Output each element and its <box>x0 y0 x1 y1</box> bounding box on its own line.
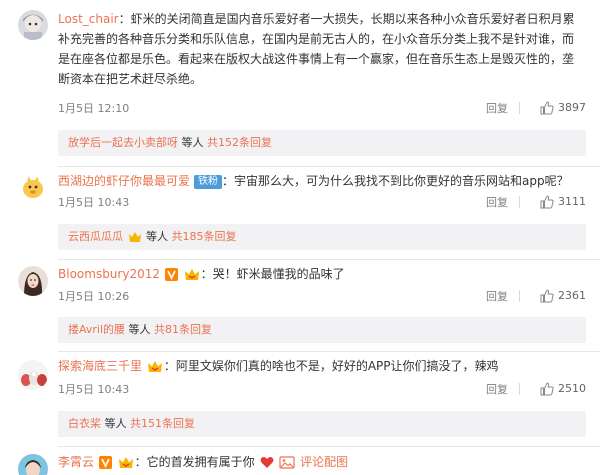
replies-summary[interactable]: 放学后一起去小卖部呀 等人 共152条回复 <box>58 130 586 156</box>
comment-date: 1月5日 10:26 <box>58 290 130 303</box>
like-button[interactable]: 3897 <box>540 100 586 116</box>
divider <box>58 166 600 167</box>
thumbs-up-icon <box>540 195 554 209</box>
reply-mid-text: 等人 <box>101 417 130 430</box>
avatar[interactable] <box>18 10 48 40</box>
like-button[interactable]: 2361 <box>540 288 586 304</box>
reply-mid-text: 等人 <box>178 136 207 149</box>
divider <box>58 351 600 352</box>
thumbs-up-icon <box>540 382 554 396</box>
replies-summary[interactable]: 白衣桨 等人 共151条回复 <box>58 411 586 437</box>
replies-summary[interactable]: 搂Avril的腰 等人 共81条回复 <box>58 317 586 343</box>
divider <box>519 383 520 395</box>
avatar[interactable] <box>18 360 48 390</box>
like-count: 3111 <box>558 195 586 208</box>
divider <box>519 196 520 208</box>
reply-count-link[interactable]: 共81条回复 <box>154 323 212 336</box>
comment-username[interactable]: 西湖边的虾仔你最最可爱 <box>58 174 190 188</box>
comment-text: 是在座各位都是乐色。看起来在版权大战这件事情上有一个赢家，但在音乐生态上是毁灭性… <box>58 52 575 66</box>
avatar[interactable] <box>18 454 48 475</box>
verified-v-icon <box>164 268 178 281</box>
member-badge-icon <box>118 457 133 468</box>
comment-text: ：它的首发拥有属于你 <box>134 455 255 469</box>
reply-username[interactable]: 白衣桨 <box>68 417 101 430</box>
reply-username[interactable]: 搂Avril的腰 <box>68 323 125 336</box>
comment-date: 1月5日 12:10 <box>58 102 130 115</box>
image-icon[interactable] <box>279 456 295 469</box>
comment-username[interactable]: 李霄云 <box>58 455 94 469</box>
avatar[interactable] <box>18 266 48 296</box>
reply-username[interactable]: 云西瓜瓜瓜 <box>68 230 123 243</box>
comment-text: ：阿里文娱你们真的啥也不是，好好的APP让你们搞没了，辣鸡 <box>163 359 499 373</box>
heart-emoji-icon <box>260 457 273 468</box>
comment-text: 断资本在把艺术赶尽杀绝。 <box>58 72 203 86</box>
like-button[interactable]: 2510 <box>540 381 586 397</box>
comment-date: 1月5日 10:43 <box>58 383 130 396</box>
reply-button[interactable]: 回复 <box>486 382 508 398</box>
like-count: 2510 <box>558 382 586 395</box>
divider <box>519 290 520 302</box>
comment-text: ：哭！虾米最懂我的品味了 <box>200 267 345 281</box>
comment-date: 1月5日 10:43 <box>58 196 130 209</box>
divider <box>58 446 600 447</box>
like-button[interactable]: 3111 <box>540 194 586 210</box>
reply-username[interactable]: 放学后一起去小卖部呀 <box>68 136 178 149</box>
reply-button[interactable]: 回复 <box>486 195 508 211</box>
divider <box>519 102 520 114</box>
comment-text: ：虾米的关闭简直是国内音乐爱好者一大损失，长期以来各种小众音乐爱好者日积月累 <box>118 12 575 26</box>
fans-badge: 铁粉 <box>194 175 223 189</box>
reply-button[interactable]: 回复 <box>486 101 508 117</box>
thumbs-up-icon <box>540 289 554 303</box>
image-link-label[interactable]: 评论配图 <box>300 455 348 469</box>
comment-username[interactable]: Bloomsbury2012 <box>58 267 160 281</box>
verified-v-icon <box>98 456 112 469</box>
comment-username[interactable]: Lost_chair <box>58 12 119 26</box>
comment-username[interactable]: 探索海底三千里 <box>58 359 142 373</box>
thumbs-up-icon <box>540 101 554 115</box>
comment-text: ：宇宙那么大，可为什么我找不到比你更好的音乐网站和app呢？ <box>222 174 569 188</box>
member-badge-icon <box>128 232 141 242</box>
replies-summary[interactable]: 云西瓜瓜瓜 等人 共185条回复 <box>58 224 586 250</box>
reply-button[interactable]: 回复 <box>486 289 508 305</box>
reply-count-link[interactable]: 共151条回复 <box>130 417 195 430</box>
like-count: 3897 <box>558 101 586 114</box>
member-badge-icon <box>184 269 199 280</box>
reply-mid-text: 等人 <box>142 230 172 243</box>
avatar[interactable] <box>18 172 48 202</box>
reply-mid-text: 等人 <box>125 323 155 336</box>
divider <box>58 259 600 260</box>
member-badge-icon <box>147 361 162 372</box>
reply-count-link[interactable]: 共152条回复 <box>207 136 272 149</box>
reply-count-link[interactable]: 共185条回复 <box>172 230 237 243</box>
like-count: 2361 <box>558 289 586 302</box>
comment-text: 补充完善的各种音乐分类和乐队信息，在国内是前无古人的，在小众音乐分类上我不是针对… <box>58 32 575 46</box>
